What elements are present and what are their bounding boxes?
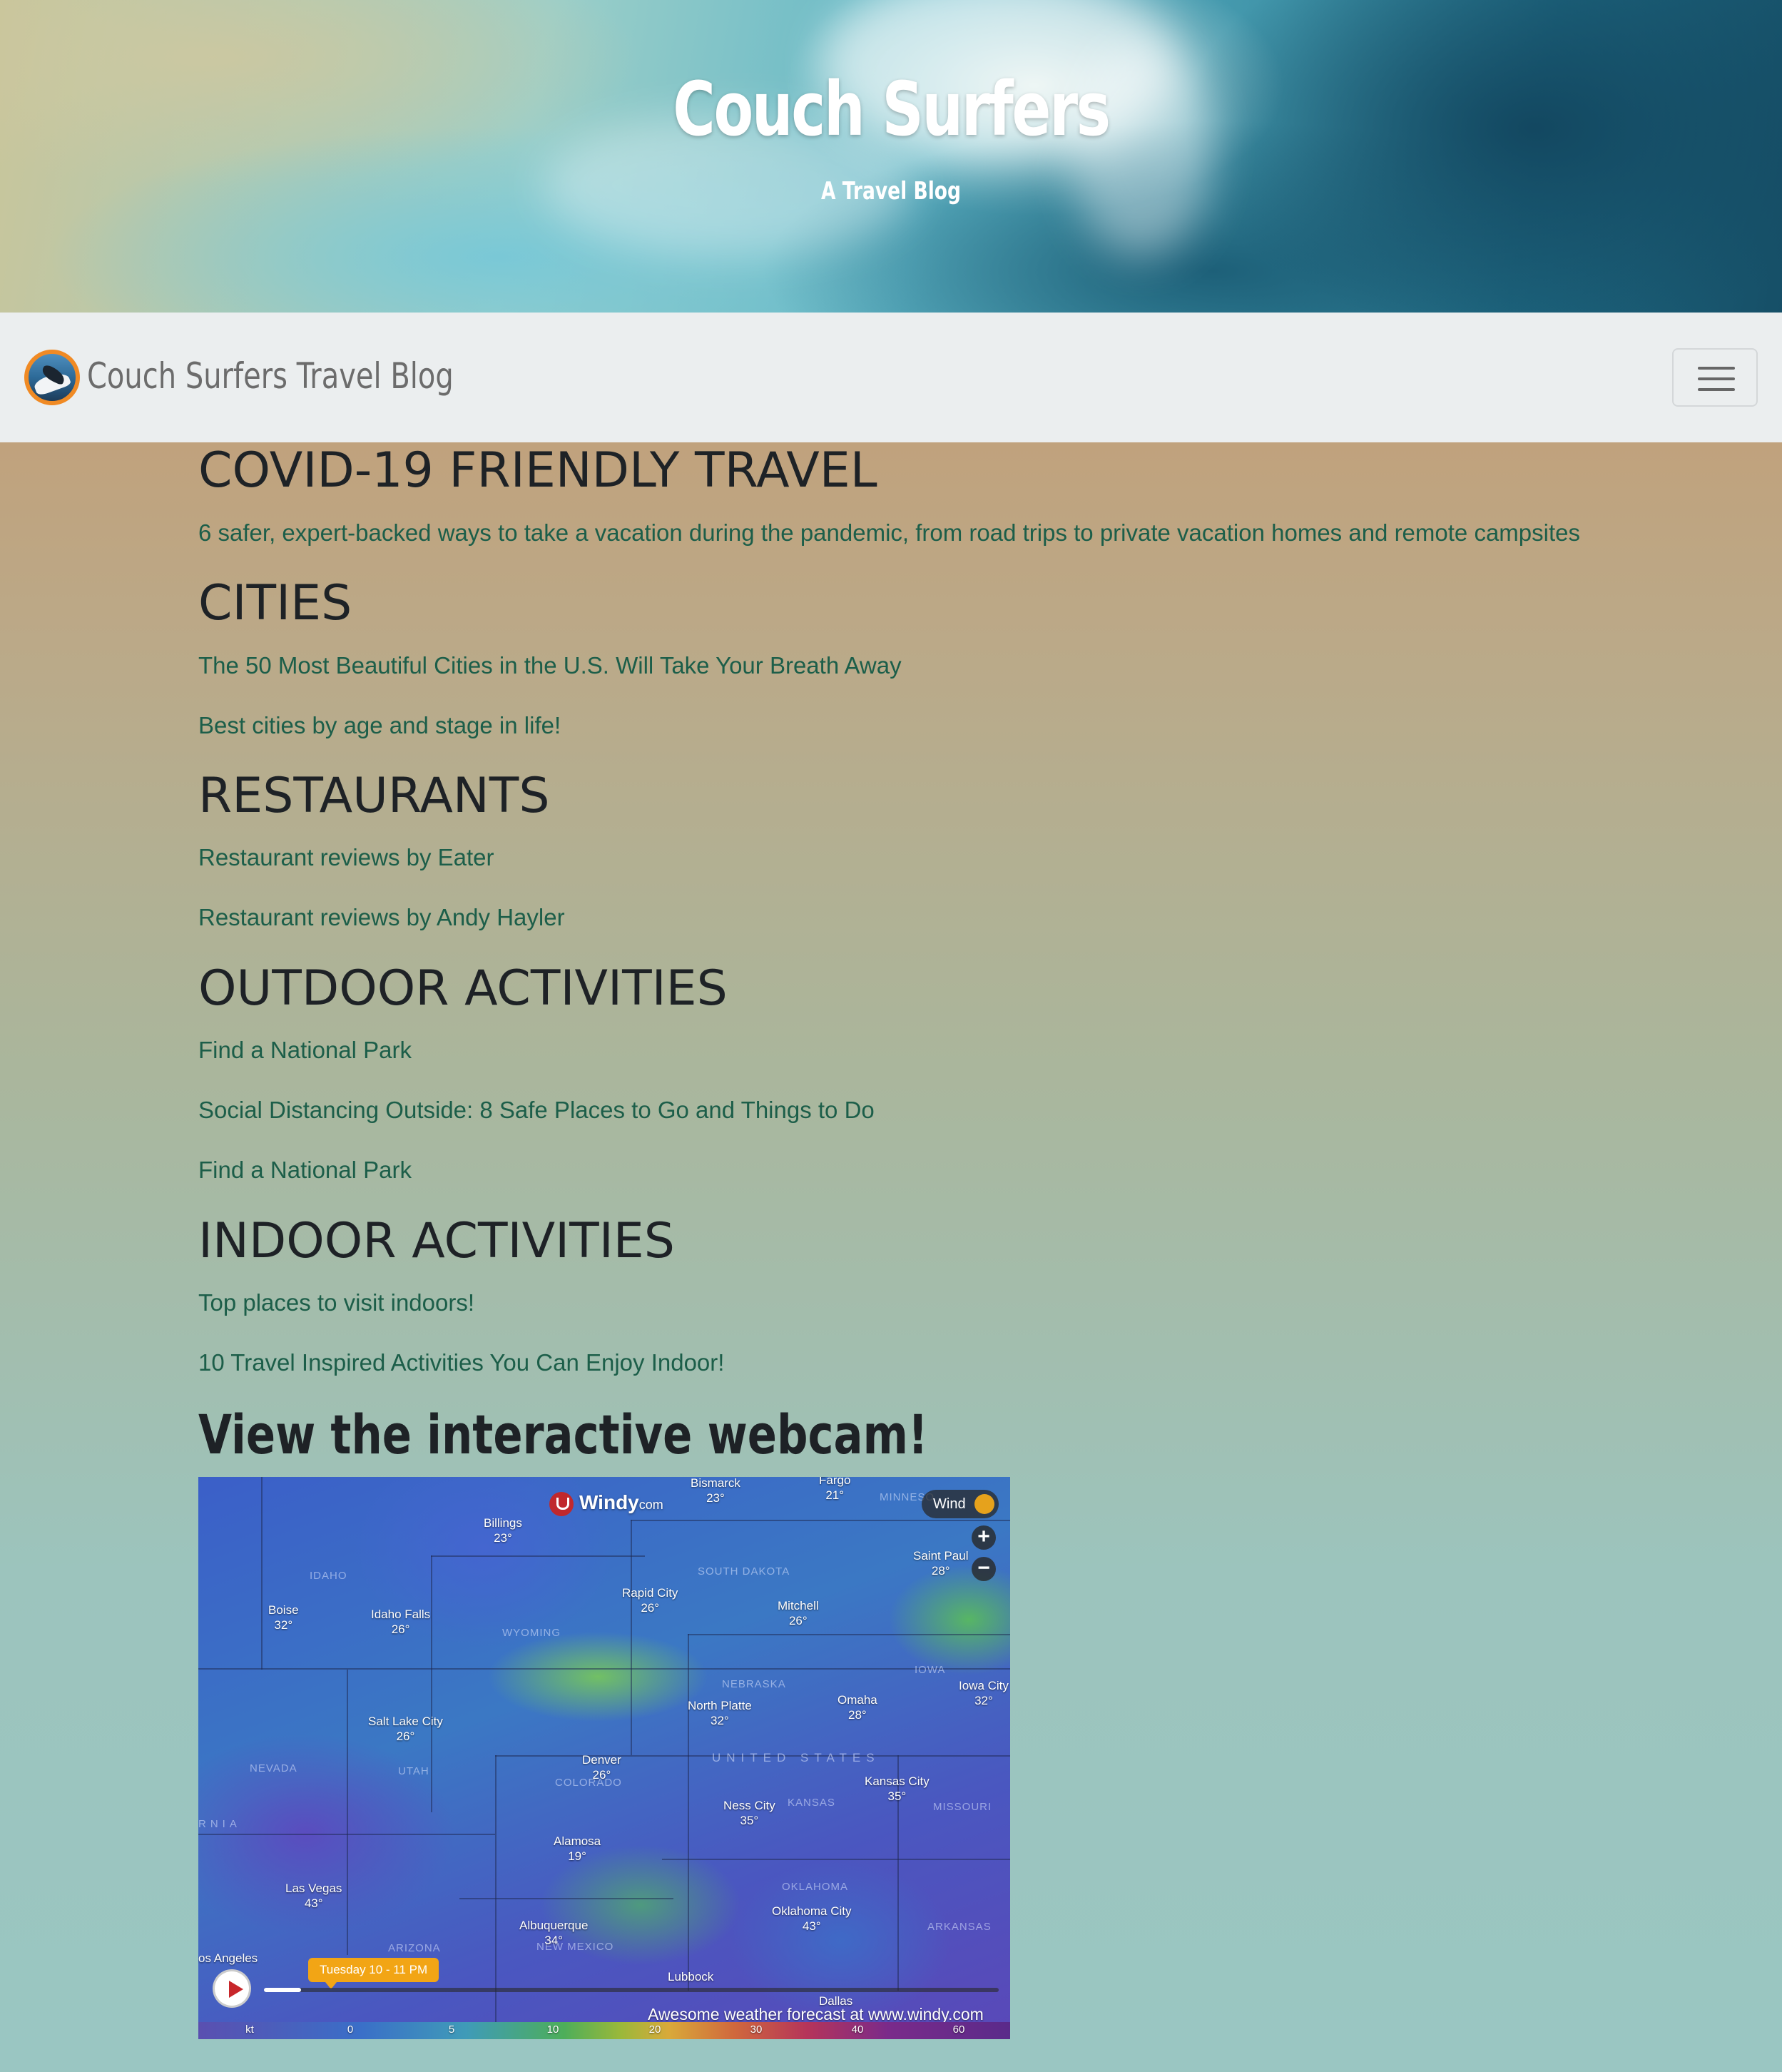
timeline-slider[interactable]: [264, 1988, 999, 1992]
map-city-oklahoma-city: Oklahoma City 43°: [772, 1904, 852, 1933]
webcam-heading: View the interactive webcam!: [198, 1403, 928, 1466]
link-social-distancing[interactable]: Social Distancing Outside: 8 Safe Places…: [198, 1097, 875, 1124]
map-city-fargo: Fargo 21°: [819, 1477, 851, 1502]
navbar-toggler-button[interactable]: [1672, 348, 1758, 407]
map-region-label: MISSOURI: [933, 1801, 992, 1813]
map-city-kansas-city: Kansas City 35°: [865, 1774, 930, 1803]
section-title-covid: COVID-19 FRIENDLY TRAVEL: [198, 442, 877, 499]
map-city-billings: Billings 23°: [484, 1516, 522, 1545]
map-region-label: SOUTH DAKOTA: [698, 1565, 790, 1578]
zoom-out-button[interactable]: −: [972, 1557, 996, 1581]
map-region-label: ARIZONA: [388, 1942, 441, 1954]
link-indoor-activities[interactable]: 10 Travel Inspired Activities You Can En…: [198, 1349, 724, 1376]
navbar: Couch Surfers Travel Blog: [0, 313, 1782, 442]
map-city-bismarck: Bismarck 23°: [691, 1477, 740, 1505]
map-region-label: IOWA: [915, 1664, 946, 1676]
map-region-label: KANSAS: [788, 1797, 835, 1809]
map-region-label: NEVADA: [250, 1762, 297, 1774]
map-city-ness-city: Ness City 35°: [723, 1799, 775, 1827]
navbar-brand[interactable]: Couch Surfers Travel Blog: [87, 355, 454, 397]
link-eater-reviews[interactable]: Restaurant reviews by Eater: [198, 844, 494, 871]
timeline-progress: [264, 1988, 301, 1992]
windy-logo-icon: [549, 1491, 574, 1516]
map-city-rapid-city: Rapid City 26°: [622, 1586, 678, 1615]
wind-layer-button[interactable]: Wind: [922, 1490, 999, 1518]
link-covid-travel[interactable]: 6 safer, expert-backed ways to take a va…: [198, 519, 1580, 547]
map-city-mitchell: Mitchell 26°: [778, 1599, 819, 1627]
link-hayler-reviews[interactable]: Restaurant reviews by Andy Hayler: [198, 904, 565, 931]
map-city-boise: Boise 32°: [268, 1603, 299, 1632]
map-city-salt-lake-city: Salt Lake City 26°: [368, 1715, 443, 1743]
map-region-label: IDAHO: [310, 1570, 347, 1582]
map-region-label: UTAH: [398, 1765, 429, 1777]
map-region-label: ARKANSAS: [927, 1921, 992, 1933]
map-city-north-platte: North Platte 32°: [688, 1699, 752, 1727]
link-beautiful-cities[interactable]: The 50 Most Beautiful Cities in the U.S.…: [198, 652, 902, 679]
map-city-iowa-city: Iowa City 32°: [959, 1679, 1009, 1707]
scale-unit: kt: [245, 2023, 254, 2036]
windy-map-embed[interactable]: MINNESO SOUTH DAKOTA IDAHO WYOMING NEBRA…: [198, 1477, 1010, 2039]
scale-tick: 30: [750, 2023, 763, 2036]
scale-tick: 0: [347, 2023, 354, 2036]
hero-banner: Couch Surfers A Travel Blog: [0, 0, 1782, 313]
scale-tick: 10: [546, 2023, 559, 2036]
section-title-restaurants: RESTAURANTS: [198, 768, 550, 824]
windy-attribution[interactable]: Awesome weather forecast at www.windy.co…: [648, 2005, 984, 2024]
map-city-omaha: Omaha 28°: [837, 1693, 877, 1722]
site-title: Couch Surfers: [673, 66, 1111, 153]
scale-tick: 20: [648, 2023, 661, 2036]
site-subtitle: A Travel Blog: [820, 177, 962, 205]
map-region-label: WYOMING: [502, 1627, 561, 1639]
link-indoor-places[interactable]: Top places to visit indoors!: [198, 1289, 474, 1316]
map-city-idaho-falls: Idaho Falls 26°: [371, 1608, 431, 1636]
map-city-lubbock: Lubbock: [668, 1970, 714, 1984]
play-button[interactable]: [213, 1969, 251, 2008]
map-city-saint-paul: Saint Paul 28°: [913, 1549, 969, 1578]
time-badge: Tuesday 10 - 11 PM: [308, 1958, 439, 1989]
section-title-cities: CITIES: [198, 575, 352, 631]
link-national-park[interactable]: Find a National Park: [198, 1037, 412, 1064]
map-region-label: UNITED STATES: [712, 1751, 880, 1764]
map-region-label: RNIA: [198, 1818, 241, 1830]
section-title-outdoor: OUTDOOR ACTIVITIES: [198, 960, 728, 1017]
map-city-alamosa: Alamosa 19°: [554, 1834, 601, 1863]
brand-logo[interactable]: [24, 350, 80, 405]
section-title-indoor: INDOOR ACTIVITIES: [198, 1213, 675, 1269]
link-best-cities[interactable]: Best cities by age and stage in life!: [198, 712, 561, 739]
map-city-denver: Denver 26°: [582, 1753, 621, 1782]
map-region-label: NEBRASKA: [722, 1678, 786, 1690]
map-city-albuquerque: Albuquerque 34°: [519, 1919, 589, 1947]
wind-speed-scale: [198, 2022, 1010, 2039]
map-city-las-vegas: Las Vegas 43°: [285, 1881, 342, 1910]
link-national-park-2[interactable]: Find a National Park: [198, 1157, 412, 1184]
map-city-los-angeles: os Angeles: [198, 1951, 258, 1965]
scale-tick: 40: [851, 2023, 864, 2036]
scale-tick: 5: [448, 2023, 455, 2036]
map-region-label: OKLAHOMA: [782, 1881, 849, 1893]
scale-tick: 60: [952, 2023, 965, 2036]
wind-layer-icon: [974, 1494, 994, 1514]
zoom-in-button[interactable]: +: [972, 1525, 996, 1550]
windy-logo[interactable]: Windycom: [549, 1491, 663, 1520]
